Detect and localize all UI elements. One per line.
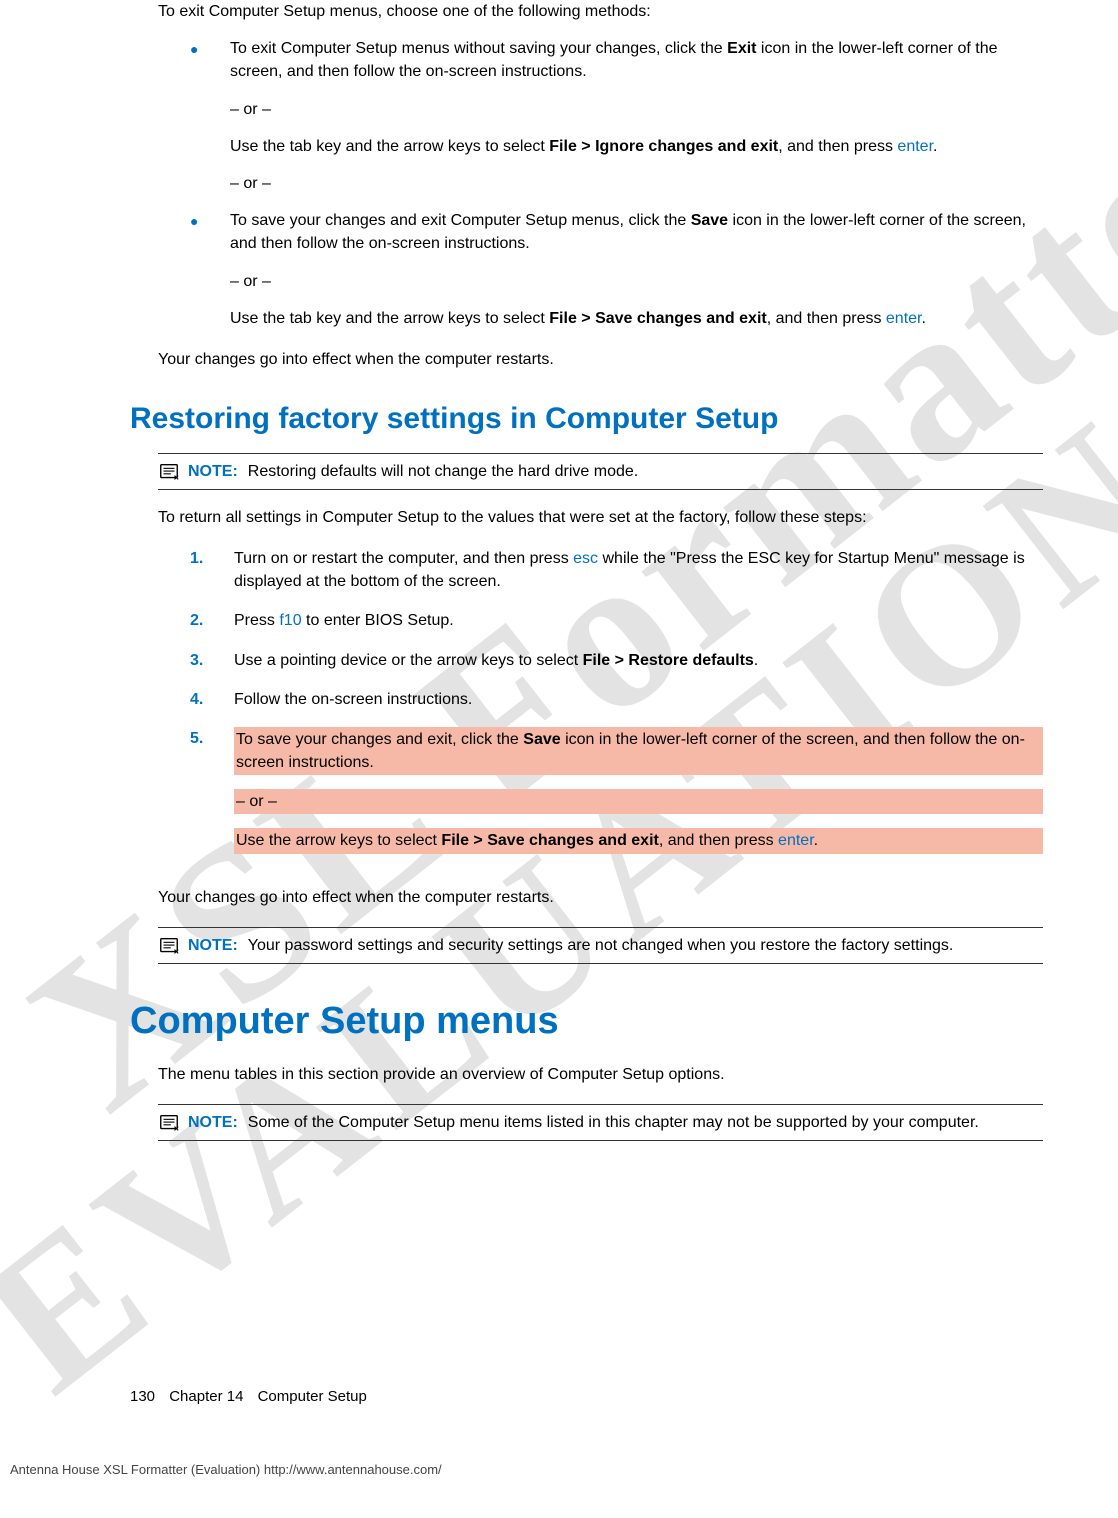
note-hard-drive-mode: NOTE: Restoring defaults will not change … (158, 453, 1043, 490)
changes-effect-text-2: Your changes go into effect when the com… (158, 886, 1043, 909)
footer-chapter: Chapter 14 (169, 1388, 243, 1405)
exit-with-save-p2: Use the tab key and the arrow keys to se… (230, 307, 1043, 330)
page-number: 130 (130, 1388, 155, 1405)
note-text: Your password settings and security sett… (248, 937, 954, 954)
changes-effect-text: Your changes go into effect when the com… (158, 348, 1043, 371)
step-3: 3. Use a pointing device or the arrow ke… (190, 649, 1043, 672)
step-number: 4. (190, 688, 203, 711)
step-1: 1. Turn on or restart the computer, and … (190, 547, 1043, 593)
exit-without-save-item: To exit Computer Setup menus without sav… (190, 37, 1043, 195)
note-password-settings: NOTE: Your password settings and security… (158, 927, 1043, 964)
page-footer: 130 Chapter 14 Computer Setup (130, 1386, 367, 1408)
step-number: 5. (190, 727, 203, 750)
menus-heading: Computer Setup menus (130, 994, 1043, 1049)
or-separator: – or – (234, 789, 1043, 814)
restore-intro: To return all settings in Computer Setup… (158, 506, 1043, 529)
note-label: NOTE: (188, 1114, 238, 1131)
note-content: NOTE: Your password settings and security… (188, 934, 1043, 957)
note-label: NOTE: (188, 463, 238, 480)
or-separator: – or – (230, 172, 1043, 195)
or-separator: – or – (230, 98, 1043, 121)
exit-methods-list: To exit Computer Setup menus without sav… (190, 37, 1043, 330)
step-number: 2. (190, 609, 203, 632)
evaluation-footer: Antenna House XSL Formatter (Evaluation)… (10, 1461, 442, 1480)
note-label: NOTE: (188, 937, 238, 954)
restore-steps: 1. Turn on or restart the computer, and … (190, 547, 1043, 868)
step-number: 1. (190, 547, 203, 570)
exit-with-save-p1: To save your changes and exit Computer S… (230, 209, 1043, 255)
note-icon (158, 935, 182, 957)
exit-with-save-item: To save your changes and exit Computer S… (190, 209, 1043, 330)
note-text: Some of the Computer Setup menu items li… (248, 1114, 979, 1131)
menus-intro: The menu tables in this section provide … (158, 1063, 1043, 1086)
step-4: 4. Follow the on-screen instructions. (190, 688, 1043, 711)
footer-title: Computer Setup (258, 1388, 367, 1405)
note-text: Restoring defaults will not change the h… (248, 463, 638, 480)
exit-intro: To exit Computer Setup menus, choose one… (158, 0, 1043, 23)
restoring-heading: Restoring factory settings in Computer S… (130, 397, 1043, 441)
note-content: NOTE: Restoring defaults will not change … (188, 460, 1043, 483)
step-number: 3. (190, 649, 203, 672)
page-content: To exit Computer Setup menus, choose one… (0, 0, 1118, 1141)
step-2: 2. Press f10 to enter BIOS Setup. (190, 609, 1043, 632)
note-unsupported-items: NOTE: Some of the Computer Setup menu ite… (158, 1104, 1043, 1141)
or-separator: – or – (230, 270, 1043, 293)
note-icon (158, 1112, 182, 1134)
note-content: NOTE: Some of the Computer Setup menu ite… (188, 1111, 1043, 1134)
step-5-highlighted: 5. To save your changes and exit, click … (190, 727, 1043, 868)
exit-without-save-p1: To exit Computer Setup menus without sav… (230, 37, 1043, 83)
note-icon (158, 461, 182, 483)
exit-without-save-p2: Use the tab key and the arrow keys to se… (230, 135, 1043, 158)
